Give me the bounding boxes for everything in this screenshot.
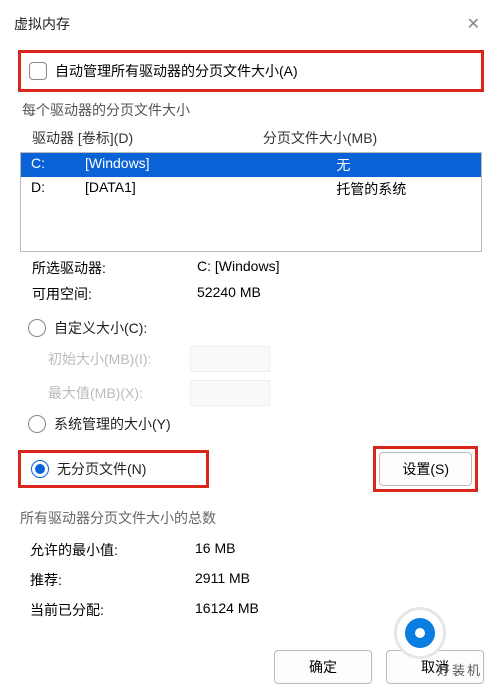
radio-icon[interactable] (31, 460, 49, 478)
cur-label: 当前已分配: (30, 600, 195, 620)
col-drive: 驱动器 [卷标](D) (32, 128, 263, 148)
ok-button[interactable]: 确定 (274, 650, 372, 684)
drive-list[interactable]: C: [Windows] 无 D: [DATA1] 托管的系统 (20, 152, 482, 252)
free-space-value: 52240 MB (197, 284, 474, 304)
auto-manage-checkbox[interactable] (29, 62, 47, 80)
radio-icon[interactable] (28, 415, 46, 433)
set-button[interactable]: 设置(S) (379, 452, 472, 486)
system-managed-radio[interactable]: 系统管理的大小(Y) (18, 410, 484, 438)
selected-drive-label: 所选驱动器: (32, 258, 197, 278)
dialog-title: 虚拟内存 (14, 14, 70, 34)
initial-size-label: 初始大小(MB)(I): (48, 349, 178, 369)
list-item[interactable]: C: [Windows] 无 (21, 153, 481, 177)
totals-section-label: 所有驱动器分页文件大小的总数 (20, 508, 484, 528)
list-item[interactable]: D: [DATA1] 托管的系统 (21, 177, 481, 201)
auto-manage-row[interactable]: 自动管理所有驱动器的分页文件大小(A) (18, 50, 484, 92)
radio-icon[interactable] (28, 319, 46, 337)
min-value: 16 MB (195, 540, 474, 560)
col-size: 分页文件大小(MB) (263, 128, 476, 148)
brand-logo-icon (394, 607, 446, 659)
no-paging-radio[interactable]: 无分页文件(N) (18, 450, 209, 488)
initial-size-input (190, 346, 270, 372)
close-icon[interactable]: ✕ (459, 10, 488, 38)
free-space-label: 可用空间: (32, 284, 197, 304)
auto-manage-label: 自动管理所有驱动器的分页文件大小(A) (55, 61, 298, 81)
max-size-input (190, 380, 270, 406)
rec-value: 2911 MB (195, 570, 474, 590)
each-drive-label: 每个驱动器的分页文件大小 (22, 100, 484, 120)
selected-drive-value: C: [Windows] (197, 258, 474, 278)
custom-size-radio[interactable]: 自定义大小(C): (18, 314, 484, 342)
brand-text: 好装机 (437, 660, 482, 679)
min-label: 允许的最小值: (30, 540, 195, 560)
max-size-label: 最大值(MB)(X): (48, 383, 178, 403)
rec-label: 推荐: (30, 570, 195, 590)
